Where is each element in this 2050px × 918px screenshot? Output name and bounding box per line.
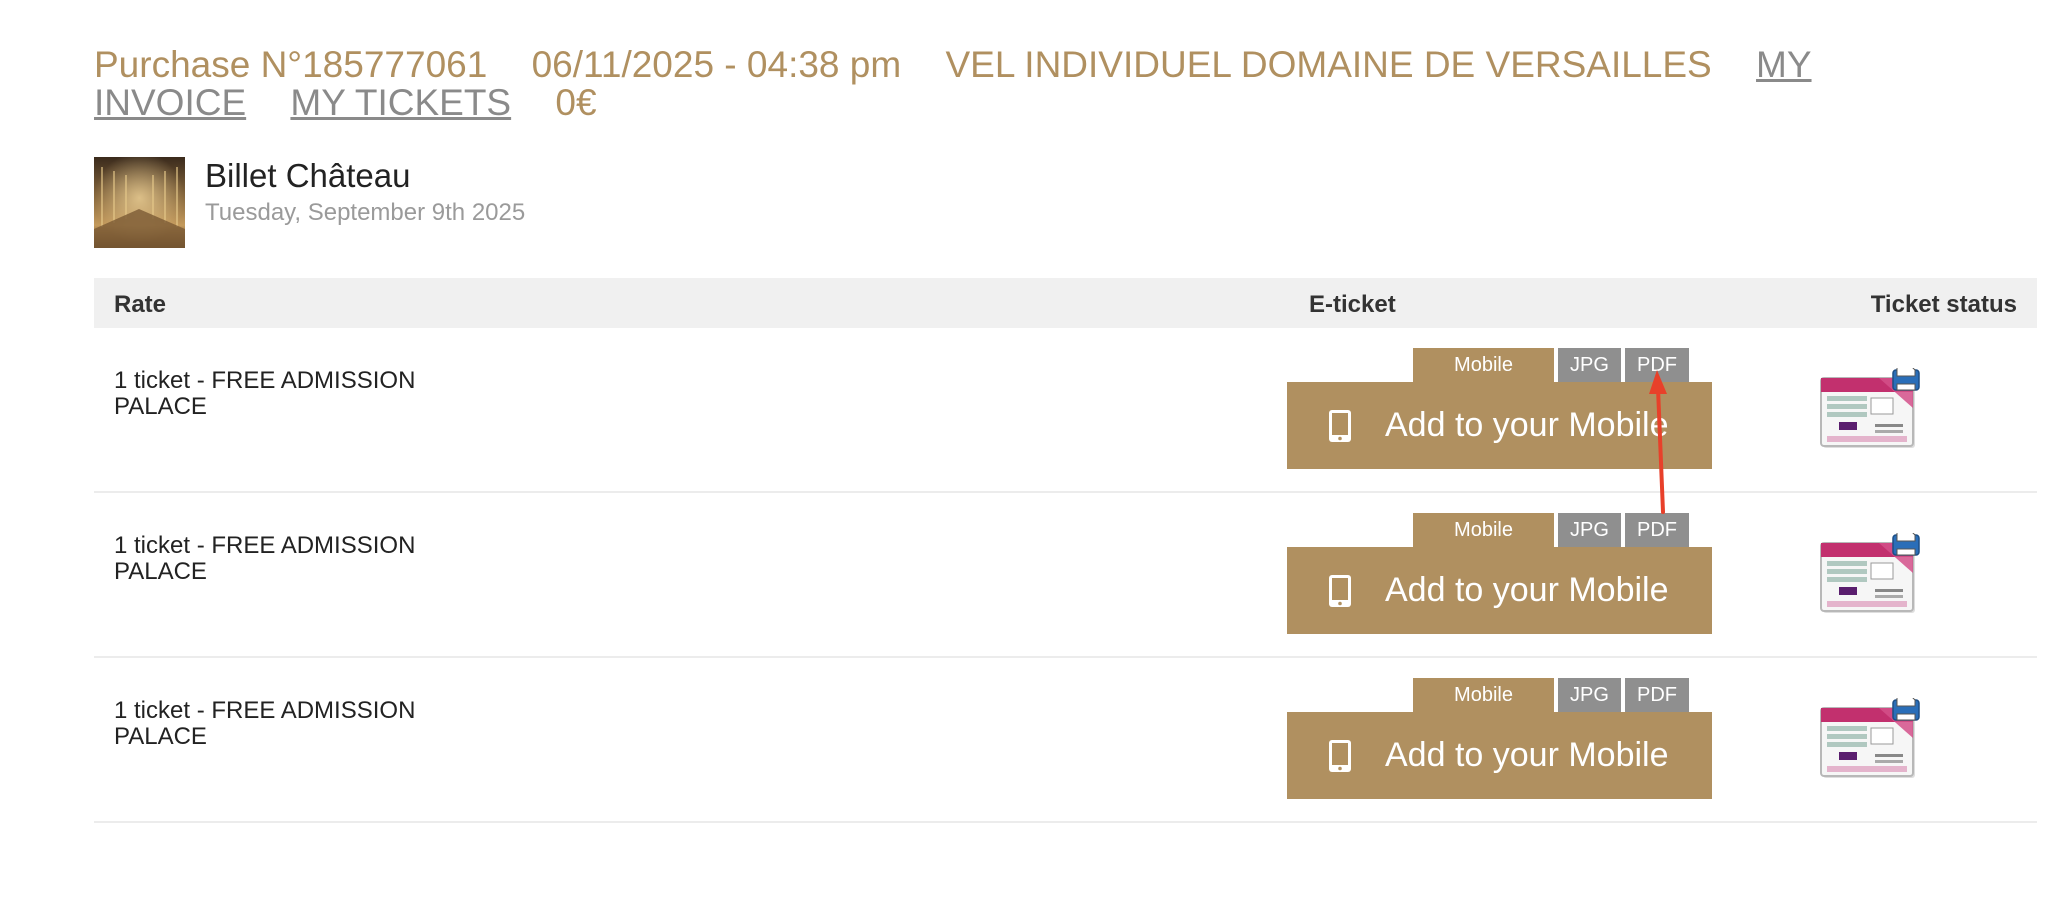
tab-pdf[interactable]: PDF (1625, 348, 1689, 382)
purchase-datetime: 06/11/2025 - 04:38 pm (531, 44, 902, 85)
add-to-mobile-label: Add to your Mobile (1385, 736, 1669, 774)
table-header: Rate E-ticket Ticket status (94, 278, 2037, 328)
product-thumbnail (94, 157, 185, 248)
purchase-total: 0€ (555, 82, 597, 123)
add-to-mobile-label: Add to your Mobile (1385, 406, 1669, 444)
column-header-rate: Rate (114, 291, 167, 318)
printable-ticket-icon[interactable] (1819, 533, 1923, 617)
add-to-mobile-button[interactable]: Add to your Mobile (1287, 547, 1712, 634)
add-to-mobile-button[interactable]: Add to your Mobile (1287, 382, 1712, 469)
mobile-phone-icon (1329, 740, 1351, 772)
tab-mobile[interactable]: Mobile (1413, 513, 1554, 547)
tab-pdf[interactable]: PDF (1625, 513, 1689, 547)
hall-of-mirrors-photo-icon (94, 157, 185, 248)
mobile-phone-icon (1329, 575, 1351, 607)
purchase-number: Purchase N°185777061 (94, 44, 488, 85)
add-to-mobile-button[interactable]: Add to your Mobile (1287, 712, 1712, 799)
product-date: Tuesday, September 9th 2025 (205, 199, 526, 226)
ticket-rate: 1 ticket - FREE ADMISSION PALACE (114, 532, 416, 585)
tab-mobile[interactable]: Mobile (1413, 678, 1554, 712)
tab-jpg[interactable]: JPG (1558, 513, 1621, 547)
tab-pdf[interactable]: PDF (1625, 678, 1689, 712)
mobile-phone-icon (1329, 410, 1351, 442)
purchase-product-name: VEL INDIVIDUEL DOMAINE DE VERSAILLES (945, 44, 1712, 85)
tickets-table: Rate E-ticket Ticket status 1 ticket - F… (94, 278, 2037, 823)
printable-ticket-icon[interactable] (1819, 368, 1923, 452)
ticket-row: 1 ticket - FREE ADMISSION PALACE Mobile … (94, 658, 2037, 823)
ticket-rate: 1 ticket - FREE ADMISSION PALACE (114, 697, 416, 750)
add-to-mobile-label: Add to your Mobile (1385, 571, 1669, 609)
column-header-eticket: E-ticket (1309, 291, 1396, 318)
product-title: Billet Château (205, 157, 411, 194)
ticket-row: 1 ticket - FREE ADMISSION PALACE Mobile … (94, 493, 2037, 658)
column-header-status: Ticket status (1870, 291, 2017, 318)
tab-mobile[interactable]: Mobile (1413, 348, 1554, 382)
ticket-rate: 1 ticket - FREE ADMISSION PALACE (114, 367, 416, 420)
my-tickets-link[interactable]: MY TICKETS (290, 82, 511, 123)
printable-ticket-icon[interactable] (1819, 698, 1923, 782)
ticket-row: 1 ticket - FREE ADMISSION PALACE Mobile … (94, 328, 2037, 493)
product-summary: Billet Château Tuesday, September 9th 20… (94, 157, 794, 248)
tab-jpg[interactable]: JPG (1558, 348, 1621, 382)
tab-jpg[interactable]: JPG (1558, 678, 1621, 712)
purchase-header: Purchase N°185777061 06/11/2025 - 04:38 … (94, 46, 1994, 122)
